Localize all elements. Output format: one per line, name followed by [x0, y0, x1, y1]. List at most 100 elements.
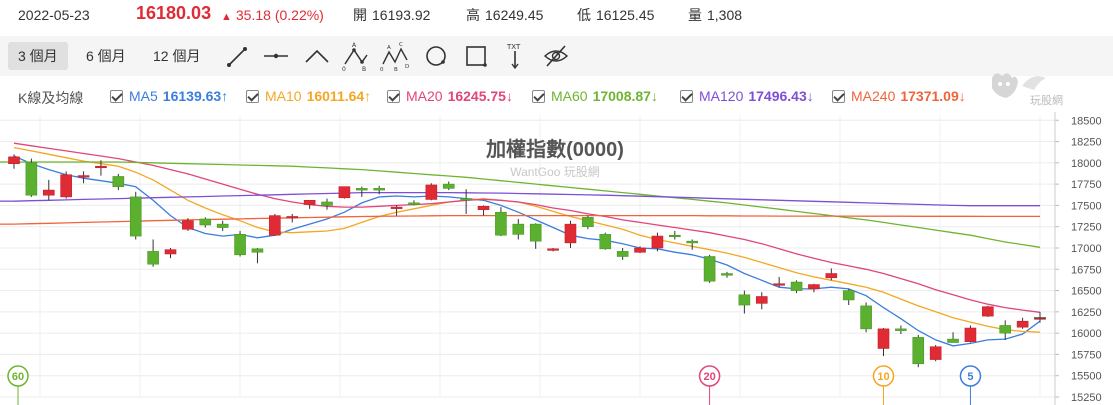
ma120-toggle[interactable]: MA120 17496.43 ↓	[680, 88, 814, 104]
candle[interactable]	[147, 239, 159, 267]
checkbox-checked-icon[interactable]	[832, 89, 845, 103]
candle[interactable]	[303, 200, 316, 209]
ma240-toggle[interactable]: MA240 17371.09 ↓	[832, 88, 966, 104]
y-tick-label: 15500	[1071, 371, 1102, 383]
text-tool-icon[interactable]: TXT	[500, 40, 530, 72]
candle[interactable]	[199, 217, 212, 228]
candle[interactable]	[251, 247, 264, 264]
low-value: 16125.45	[596, 7, 655, 23]
checkbox-checked-icon[interactable]	[110, 89, 123, 103]
candle[interactable]	[25, 158, 38, 197]
candle[interactable]	[77, 171, 90, 184]
ma5-toggle[interactable]: MA5 16139.63 ↑	[110, 88, 228, 104]
candle[interactable]	[738, 290, 751, 314]
candle[interactable]	[129, 191, 142, 240]
candle[interactable]	[1016, 317, 1029, 329]
candle[interactable]	[442, 181, 455, 191]
candle[interactable]	[477, 205, 490, 216]
ma20-toggle[interactable]: MA20 16245.75 ↓	[387, 88, 513, 104]
candle-body-up	[8, 156, 20, 164]
candle[interactable]	[390, 205, 403, 216]
candle-body-down	[442, 183, 455, 189]
candle[interactable]	[42, 179, 55, 201]
candle[interactable]	[582, 215, 594, 230]
circle-tool-icon[interactable]	[421, 40, 451, 72]
candle-body-up	[95, 165, 107, 169]
candle[interactable]	[286, 213, 299, 223]
candle[interactable]	[355, 186, 368, 197]
range-6-months-button[interactable]: 6 個月	[76, 42, 136, 70]
period-marker-5[interactable]: 5	[959, 365, 982, 405]
candle[interactable]	[8, 154, 20, 169]
candle[interactable]	[1034, 311, 1046, 323]
candle[interactable]	[703, 254, 716, 283]
candle[interactable]	[112, 173, 125, 191]
checkbox-checked-icon[interactable]	[680, 89, 693, 103]
candle[interactable]	[999, 320, 1012, 340]
candle[interactable]	[408, 200, 420, 206]
checkbox-checked-icon[interactable]	[532, 89, 545, 103]
abcd-pattern-tool-icon[interactable]: 0 A B C D	[380, 40, 410, 73]
checkbox-checked-icon[interactable]	[246, 89, 259, 103]
candle[interactable]	[860, 302, 872, 333]
candle-body-down	[999, 325, 1012, 334]
candlestick-chart[interactable]: 加權指數(0000) WantGoo 玩股網 18500 18250 18000 17…	[0, 112, 1113, 405]
candle[interactable]	[877, 328, 890, 357]
price-change-value: 35.18 (0.22%)	[235, 7, 324, 23]
candle[interactable]	[269, 213, 281, 237]
candle-body-up	[286, 216, 299, 219]
y-tick-label: 15250	[1071, 392, 1102, 404]
period-marker-20[interactable]: 20	[698, 365, 721, 405]
candle[interactable]	[669, 230, 681, 240]
checkbox-checked-icon[interactable]	[387, 89, 400, 103]
ma60-toggle[interactable]: MA60 17008.87 ↓	[532, 88, 658, 104]
svg-text:D: D	[405, 64, 409, 70]
candle[interactable]	[599, 232, 612, 250]
candle[interactable]	[164, 247, 177, 259]
candle-body-up	[651, 235, 664, 249]
candle-body-up	[564, 223, 577, 244]
candle[interactable]	[60, 171, 72, 199]
volume-label: 量	[688, 7, 702, 23]
candle[interactable]	[947, 332, 959, 343]
horizontal-line-tool-icon[interactable]	[261, 40, 291, 72]
rectangle-tool-icon[interactable]	[461, 40, 491, 72]
angle-tool-icon[interactable]	[302, 40, 332, 72]
candle[interactable]	[425, 183, 438, 201]
candle[interactable]	[564, 220, 577, 248]
candle[interactable]	[216, 220, 229, 231]
candle[interactable]	[825, 268, 838, 281]
candle[interactable]	[721, 271, 733, 278]
candle[interactable]	[547, 247, 559, 252]
period-marker-10[interactable]: 10	[872, 365, 895, 405]
candle[interactable]	[321, 198, 333, 210]
ma-value: 17371.09	[900, 88, 959, 104]
candle-body-down	[512, 223, 525, 235]
candle-body-up	[60, 174, 72, 198]
hide-drawings-icon[interactable]	[541, 40, 571, 72]
y-tick-label: 17750	[1071, 179, 1102, 191]
candle[interactable]	[982, 305, 994, 317]
moving-average-legend: K線及均線 MA5 16139.63 ↑ MA10 16011.64 ↑ MA2…	[0, 85, 1113, 109]
candle[interactable]	[929, 345, 942, 362]
ma10-toggle[interactable]: MA10 16011.64 ↑	[246, 88, 371, 104]
candle[interactable]	[755, 292, 768, 310]
candle[interactable]	[616, 247, 629, 260]
abc-pattern-tool-icon[interactable]: 0 A B	[340, 40, 370, 73]
candle[interactable]	[495, 207, 507, 237]
candle[interactable]	[234, 230, 246, 257]
candle[interactable]	[338, 186, 351, 199]
candle[interactable]	[912, 334, 925, 368]
period-marker-60[interactable]: 60	[7, 365, 29, 405]
candle[interactable]	[512, 219, 525, 240]
text-tool-label: TXT	[506, 43, 521, 51]
candle[interactable]	[790, 280, 803, 294]
candle[interactable]	[842, 288, 855, 306]
range-12-months-button[interactable]: 12 個月	[143, 42, 210, 70]
line-tool-icon[interactable]	[222, 40, 252, 72]
candle-body-down	[25, 162, 38, 196]
ma-name: MA20	[406, 88, 443, 104]
range-3-months-button[interactable]: 3 個月	[8, 42, 68, 70]
candle-body-up	[390, 206, 403, 209]
candle[interactable]	[964, 325, 977, 343]
